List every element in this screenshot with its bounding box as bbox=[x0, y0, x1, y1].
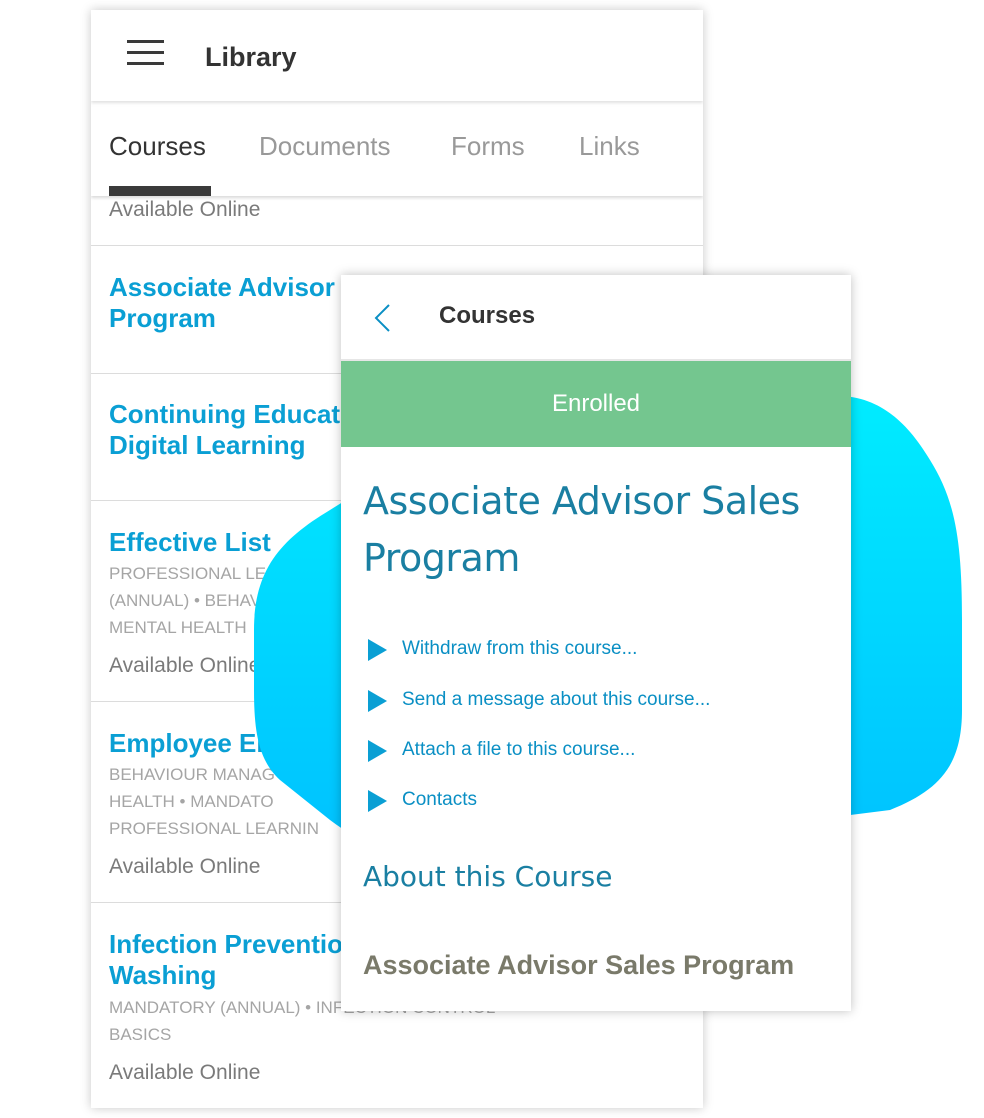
course-status: Available Online bbox=[109, 198, 261, 221]
tab-forms[interactable]: Forms bbox=[451, 131, 525, 162]
chevron-left-icon[interactable] bbox=[371, 303, 393, 333]
library-header: Library bbox=[91, 10, 703, 101]
about-heading: About this Course bbox=[363, 860, 613, 893]
library-tabs: Courses Documents Forms Links bbox=[91, 107, 703, 196]
course-title: Infection Preventio Washing bbox=[109, 929, 344, 990]
enrolled-banner: Enrolled bbox=[341, 361, 851, 447]
course-title: Associate Advisor Program bbox=[109, 272, 335, 333]
play-triangle-icon bbox=[368, 639, 387, 661]
course-title: Employee En bbox=[109, 728, 273, 758]
course-name-heading: Associate Advisor Sales Program bbox=[363, 479, 800, 580]
divider bbox=[91, 245, 703, 246]
hamburger-menu-icon[interactable] bbox=[127, 40, 164, 66]
course-title: Effective List bbox=[109, 527, 271, 557]
course-status: Available Online bbox=[109, 855, 261, 878]
tab-documents[interactable]: Documents bbox=[259, 131, 391, 162]
tab-links[interactable]: Links bbox=[579, 131, 640, 162]
play-triangle-icon bbox=[368, 690, 387, 712]
active-tab-indicator bbox=[109, 186, 211, 196]
play-triangle-icon bbox=[368, 740, 387, 762]
course-status: Available Online bbox=[109, 1061, 261, 1084]
about-course-title: Associate Advisor Sales Program bbox=[363, 950, 795, 980]
course-categories: PROFESSIONAL LE (ANNUAL) • BEHAV MENTAL … bbox=[109, 564, 267, 637]
course-status: Available Online bbox=[109, 654, 261, 677]
play-triangle-icon bbox=[368, 790, 387, 812]
course-detail-screen: Courses Enrolled Associate Advisor Sales… bbox=[341, 275, 851, 1011]
detail-header: Courses bbox=[341, 275, 851, 361]
detail-title: Courses bbox=[439, 302, 536, 329]
page-title: Library bbox=[205, 42, 297, 72]
tab-courses[interactable]: Courses bbox=[109, 131, 206, 162]
